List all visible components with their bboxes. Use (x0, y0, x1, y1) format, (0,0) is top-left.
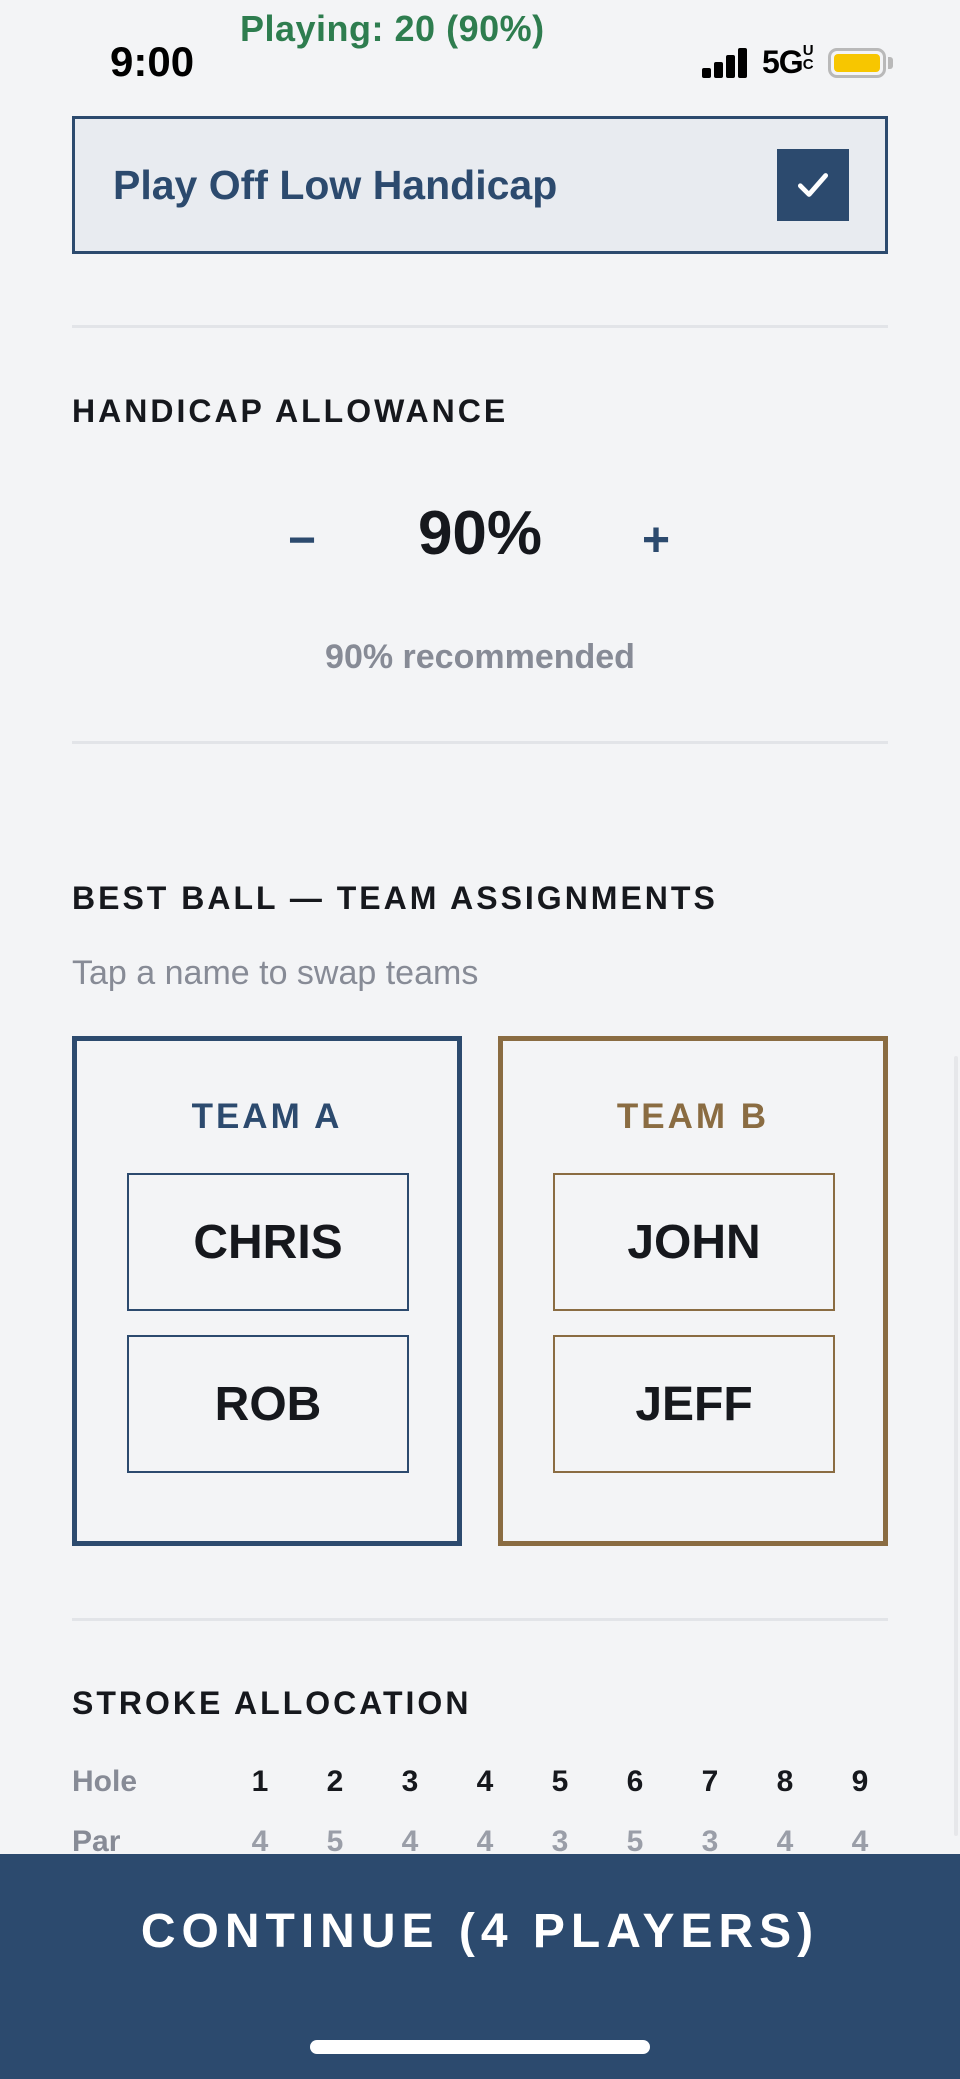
hole-cell: 8 (776, 1765, 794, 1798)
hole-cell: 7 (701, 1765, 719, 1798)
increase-allowance-button[interactable]: + (616, 500, 696, 580)
play-off-low-handicap-toggle[interactable]: Play Off Low Handicap (72, 116, 888, 254)
continue-button-label: CONTINUE (4 PLAYERS) (140, 1905, 820, 1958)
playing-banner[interactable]: Playing: 20 (90%) (240, 8, 545, 50)
status-time: 9:00 (110, 38, 195, 85)
network-suffix: UC (802, 42, 814, 73)
battery-tip (888, 57, 893, 69)
handicap-allowance-title: HANDICAP ALLOWANCE (72, 393, 509, 429)
play-off-low-handicap-label: Play Off Low Handicap (113, 161, 558, 208)
battery-icon (828, 48, 886, 78)
home-indicator[interactable] (310, 2040, 650, 2054)
hole-row: Hole 1 2 3 4 5 6 7 8 9 (72, 1765, 888, 1809)
hole-row-label: Hole (72, 1765, 138, 1798)
divider (72, 741, 888, 744)
player-john-button[interactable]: JOHN (553, 1173, 835, 1311)
scrollbar[interactable] (954, 1056, 958, 1836)
decrease-allowance-button[interactable]: − (262, 500, 342, 580)
team-assignments-title: BEST BALL — TEAM ASSIGNMENTS (72, 880, 718, 916)
allowance-recommendation: 90% recommended (325, 638, 635, 676)
network-type: 5GUC (762, 42, 817, 81)
stroke-allocation-title: STROKE ALLOCATION (72, 1685, 472, 1721)
player-rob-button[interactable]: ROB (127, 1335, 409, 1473)
hole-cell: 2 (326, 1765, 344, 1798)
hole-cell: 1 (251, 1765, 269, 1798)
player-jeff-button[interactable]: JEFF (553, 1335, 835, 1473)
hole-cell: 3 (401, 1765, 419, 1798)
play-off-low-handicap-checkbox[interactable] (777, 149, 849, 221)
hole-cell: 5 (551, 1765, 569, 1798)
team-a-title: TEAM A (191, 1097, 343, 1136)
battery-level (834, 54, 880, 72)
team-b-title: TEAM B (616, 1097, 770, 1136)
network-label: 5G (762, 44, 804, 80)
hole-cell: 6 (626, 1765, 644, 1798)
allowance-value: 90% (417, 499, 543, 568)
swap-teams-hint: Tap a name to swap teams (72, 954, 479, 992)
divider (72, 325, 888, 328)
checkmark-icon (797, 173, 829, 197)
continue-button[interactable]: CONTINUE (4 PLAYERS) (0, 1854, 960, 2079)
team-b-card: TEAM B JOHN JEFF (498, 1036, 888, 1546)
cellular-signal-icon (702, 46, 750, 78)
hole-cell: 9 (851, 1765, 869, 1798)
divider (72, 1618, 888, 1621)
status-bar: Playing: 20 (90%) 9:00 5GUC (0, 0, 960, 110)
team-a-card: TEAM A CHRIS ROB (72, 1036, 462, 1546)
player-chris-button[interactable]: CHRIS (127, 1173, 409, 1311)
hole-cell: 4 (476, 1765, 494, 1798)
